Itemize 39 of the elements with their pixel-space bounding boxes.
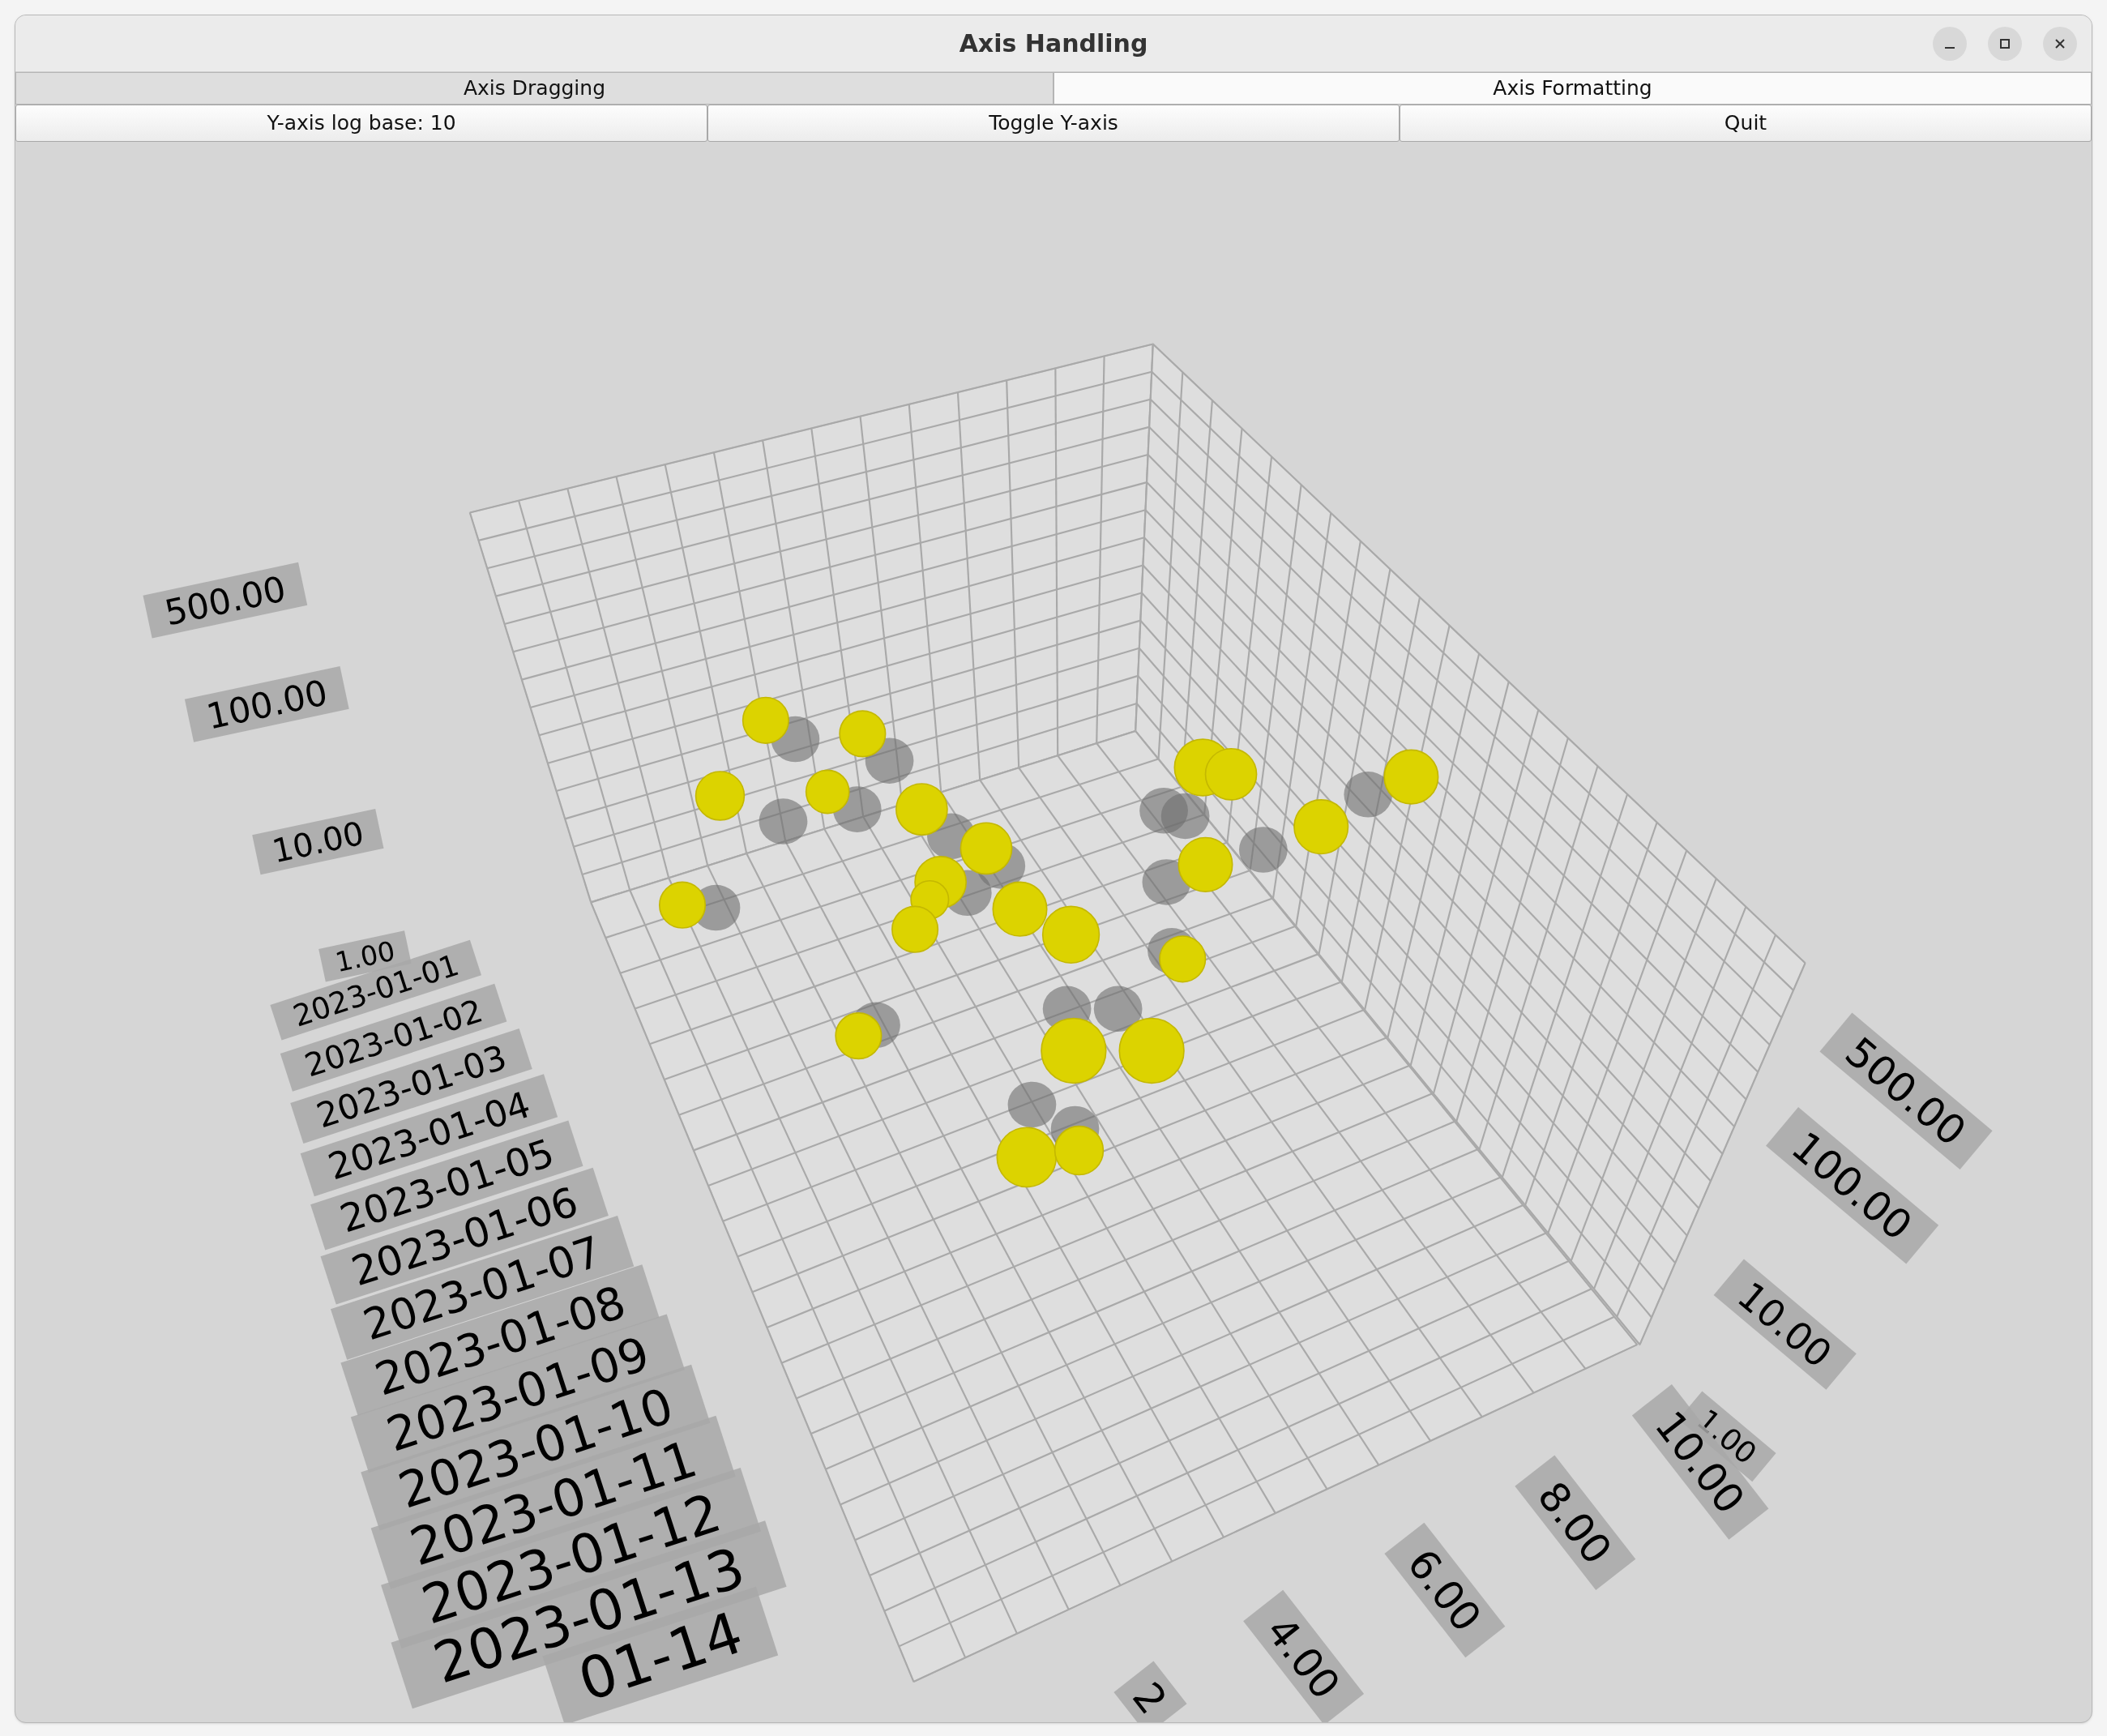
tab[interactable]: Axis Formatting: [1054, 72, 2092, 105]
sphere: [1177, 836, 1233, 892]
axis-label: 10.00: [252, 808, 384, 875]
sphere-shadow: [1007, 1081, 1057, 1128]
sphere-shadow: [865, 738, 914, 784]
push-button[interactable]: Quit: [1400, 105, 2092, 142]
close-icon: [2054, 37, 2066, 50]
push-button[interactable]: Y-axis log base: 10: [15, 105, 707, 142]
sphere: [959, 822, 1013, 875]
sphere-shadow: [1160, 793, 1210, 840]
axis-label: 100.00: [184, 665, 349, 742]
sphere: [839, 710, 887, 758]
sphere-shadow: [1239, 827, 1288, 873]
window-title: Axis Handling: [959, 28, 1148, 59]
sphere: [891, 905, 939, 953]
sphere: [1383, 749, 1439, 805]
maximize-button[interactable]: [1988, 27, 2022, 61]
axis-label: 500.00: [143, 562, 308, 639]
close-button[interactable]: [2043, 27, 2077, 61]
sphere: [895, 783, 948, 836]
push-button[interactable]: Toggle Y-axis: [707, 105, 1400, 142]
sphere: [835, 1012, 883, 1060]
sphere: [805, 769, 850, 815]
sphere-shadow: [1142, 859, 1191, 905]
sphere-shadow: [1344, 772, 1393, 818]
sphere: [1293, 799, 1349, 855]
sphere-shadow: [759, 798, 808, 844]
axis-label: 2: [1113, 1661, 1187, 1722]
sphere: [1204, 747, 1258, 801]
sphere: [1159, 935, 1207, 983]
maximize-icon: [1998, 37, 2011, 50]
sphere-shadow: [1093, 986, 1143, 1033]
tab[interactable]: Axis Dragging: [15, 72, 1054, 105]
minimize-icon: [1945, 47, 1955, 49]
sphere: [992, 881, 1048, 937]
sphere: [742, 696, 789, 744]
sphere: [694, 771, 746, 821]
sphere: [659, 881, 707, 929]
sphere: [1054, 1125, 1105, 1176]
